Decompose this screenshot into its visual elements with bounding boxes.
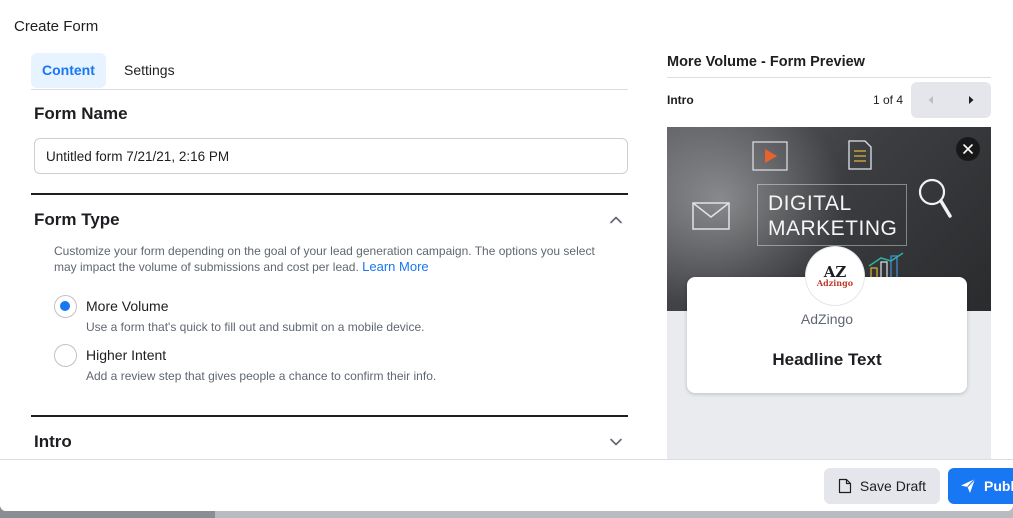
higher-intent-label[interactable]: Higher Intent bbox=[86, 347, 166, 363]
save-draft-button[interactable]: Save Draft bbox=[824, 468, 940, 504]
headline-text: Headline Text bbox=[772, 350, 882, 369]
modal-title: Create Form bbox=[14, 18, 99, 35]
chevron-down-icon[interactable] bbox=[609, 435, 623, 449]
modal-footer: Save Draft Publ bbox=[0, 459, 1013, 511]
cover-headline-line-1: DIGITAL bbox=[768, 192, 852, 215]
logo-wordmark: Adzingo bbox=[816, 277, 854, 288]
logo-mark: AZ bbox=[823, 262, 847, 281]
preview-prev-button[interactable] bbox=[911, 82, 951, 118]
higher-intent-description: Add a review step that gives people a ch… bbox=[86, 369, 437, 383]
tab-settings[interactable]: Settings bbox=[113, 53, 186, 88]
section-divider bbox=[31, 193, 628, 195]
save-draft-label: Save Draft bbox=[859, 478, 927, 494]
preview-step-label: Intro bbox=[667, 93, 694, 107]
form-name-input[interactable] bbox=[34, 138, 628, 174]
brand-name: AdZingo bbox=[800, 311, 854, 327]
form-preview-frame: DIGITAL MARKETING AdZingo Headline Text … bbox=[667, 127, 991, 459]
document-icon bbox=[848, 140, 872, 170]
cover-headline-line-2: MARKETING bbox=[768, 217, 898, 240]
form-type-description-text: Customize your form depending on the goa… bbox=[54, 244, 595, 274]
preview-next-button[interactable] bbox=[951, 82, 991, 118]
intro-heading: Intro bbox=[34, 432, 72, 451]
chevron-up-icon[interactable] bbox=[609, 213, 623, 227]
more-volume-label[interactable]: More Volume bbox=[86, 298, 168, 314]
preview-divider bbox=[667, 77, 991, 78]
form-type-heading: Form Type bbox=[34, 210, 120, 229]
send-icon bbox=[961, 478, 976, 493]
preview-page-count: 1 of 4 bbox=[873, 93, 904, 107]
close-icon bbox=[963, 144, 973, 154]
learn-more-link[interactable]: Learn More bbox=[362, 259, 428, 274]
more-volume-description: Use a form that's quick to fill out and … bbox=[86, 320, 425, 334]
tab-content[interactable]: Content bbox=[31, 53, 106, 88]
draft-document-icon bbox=[838, 478, 852, 494]
caret-left-icon bbox=[928, 96, 933, 104]
email-icon bbox=[692, 202, 730, 230]
video-icon bbox=[752, 141, 788, 171]
magnifier-icon bbox=[918, 178, 952, 218]
higher-intent-radio[interactable] bbox=[54, 344, 77, 367]
form-name-heading: Form Name bbox=[34, 104, 128, 123]
tab-bar: Content Settings bbox=[31, 52, 628, 90]
preview-title: More Volume - Form Preview bbox=[667, 54, 865, 70]
publish-label: Publ bbox=[984, 478, 1013, 494]
publish-button[interactable]: Publ bbox=[948, 468, 1013, 504]
caret-right-icon bbox=[969, 96, 974, 104]
create-form-modal: Create Form Content Settings Form Name F… bbox=[0, 0, 1013, 511]
cover-headline: DIGITAL MARKETING bbox=[757, 184, 907, 246]
more-volume-radio[interactable] bbox=[54, 295, 77, 318]
brand-logo: AZ Adzingo bbox=[806, 247, 864, 305]
preview-close-button[interactable] bbox=[956, 137, 980, 161]
form-type-description: Customize your form depending on the goa… bbox=[54, 243, 614, 275]
section-divider bbox=[31, 415, 628, 417]
